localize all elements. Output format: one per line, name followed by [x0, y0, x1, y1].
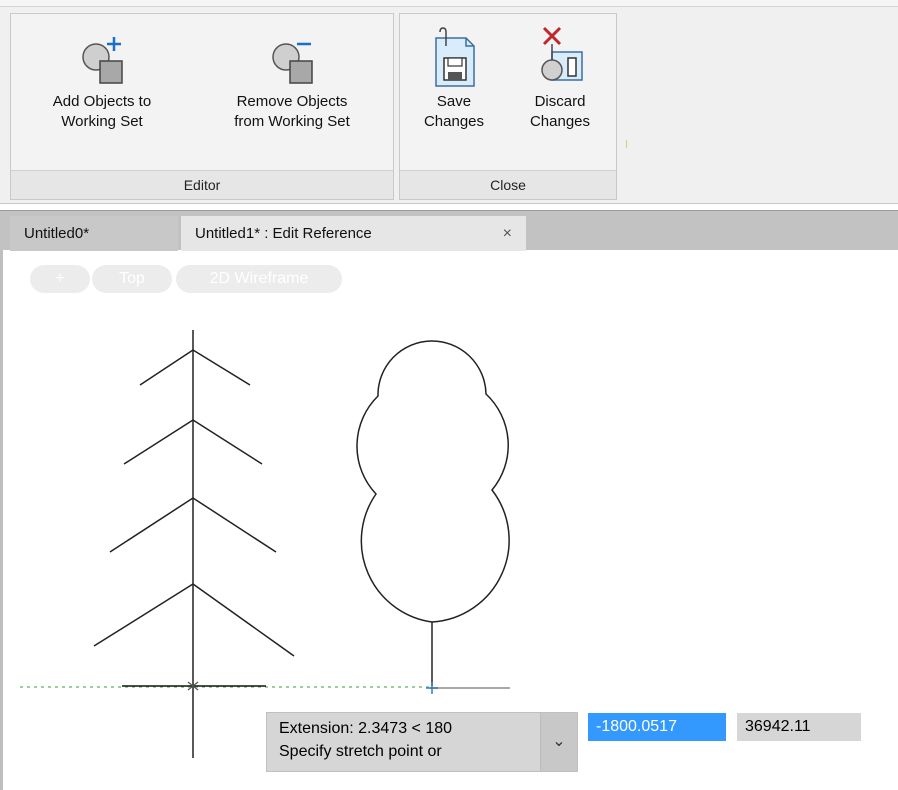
drawing-canvas[interactable]: [0, 250, 898, 790]
dynamic-input-prompt: Extension: 2.3473 < 180 Specify stretch …: [266, 712, 578, 772]
round-tree-block[interactable]: [356, 340, 510, 694]
angle-input-field[interactable]: 36942.11: [737, 713, 861, 741]
panel-title-close: Close: [400, 170, 616, 199]
save-changes-label: Save Changes: [423, 93, 485, 130]
add-objects-button[interactable]: Add Objects to Working Set: [17, 20, 187, 132]
remove-objects-icon: [272, 42, 313, 84]
discard-changes-label: Discard Changes: [529, 93, 591, 130]
save-changes-icon: [435, 27, 475, 87]
tab-untitled1-edit-reference[interactable]: Untitled1* : Edit Reference ×: [181, 216, 526, 251]
prompt-instruction: Specify stretch point or: [279, 743, 442, 760]
tab-label: Untitled0*: [24, 225, 90, 242]
tab-untitled0[interactable]: Untitled0*: [10, 216, 178, 251]
chevron-down-icon[interactable]: ⌄: [540, 713, 577, 771]
remove-objects-label: Remove Objects from Working Set: [234, 93, 350, 130]
document-tab-bar: Untitled0* Untitled1* : Edit Reference ×: [0, 210, 898, 251]
remove-objects-button[interactable]: Remove Objects from Working Set: [197, 20, 387, 132]
add-objects-label: Add Objects to Working Set: [52, 93, 152, 130]
distance-input-field[interactable]: -1800.0517: [588, 713, 726, 741]
prompt-extension: Extension: 2.3473 < 180: [279, 720, 453, 737]
save-changes-button[interactable]: Save Changes: [404, 20, 504, 132]
panel-close: Save Changes Discard Changes Close: [399, 13, 617, 200]
discard-changes-icon: [541, 26, 583, 81]
panel-editor: Add Objects to Working Set Remove Object…: [10, 13, 394, 200]
discard-changes-button[interactable]: Discard Changes: [508, 20, 612, 132]
close-icon[interactable]: ×: [503, 216, 512, 251]
pine-tree-block[interactable]: [93, 330, 295, 758]
panel-title-editor: Editor: [11, 170, 393, 199]
ribbon-top-edge: [0, 0, 898, 7]
ribbon-separator: [626, 140, 627, 148]
tab-label: Untitled1* : Edit Reference: [195, 225, 372, 242]
ribbon: Add Objects to Working Set Remove Object…: [0, 0, 898, 204]
add-objects-icon: [82, 37, 123, 84]
